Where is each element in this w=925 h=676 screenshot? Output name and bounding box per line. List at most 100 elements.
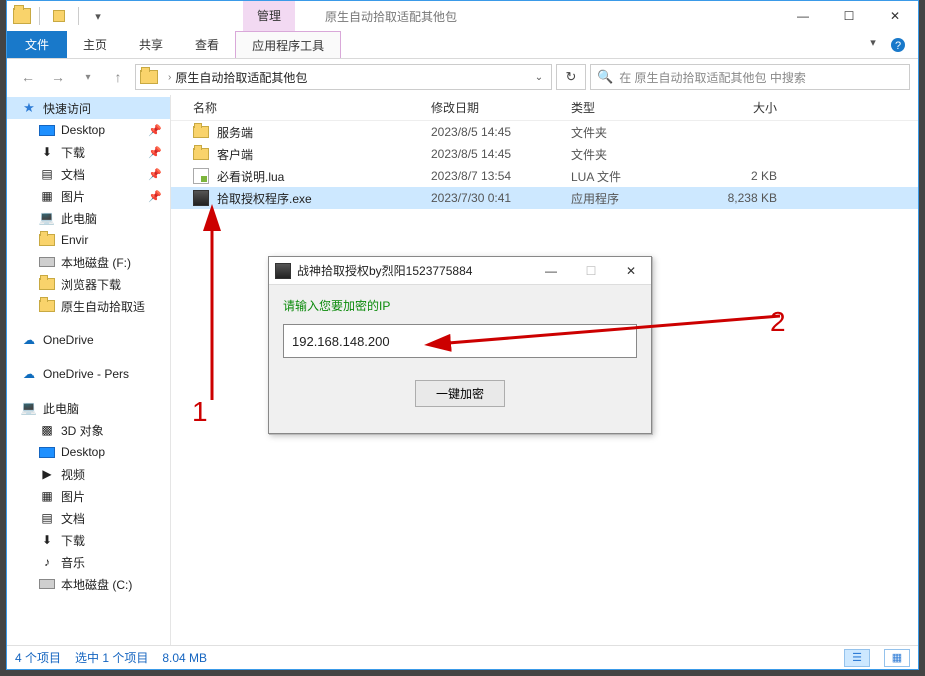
sidebar-item-drive-f[interactable]: 本地磁盘 (F:) (7, 251, 170, 273)
file-size: 8,238 KB (691, 191, 801, 205)
sidebar-pc-documents[interactable]: ▤文档 (7, 507, 170, 529)
ribbon-tab-home[interactable]: 主页 (67, 31, 123, 58)
ribbon-tab-share[interactable]: 共享 (123, 31, 179, 58)
sidebar-pc-downloads[interactable]: ⬇下载 (7, 529, 170, 551)
status-item-count: 4 个项目 (15, 649, 61, 666)
file-date: 2023/8/5 14:45 (431, 147, 571, 161)
sidebar-label: 此电脑 (43, 400, 79, 417)
sidebar-pc-videos[interactable]: ▶视频 (7, 463, 170, 485)
sidebar-onedrive[interactable]: ☁OneDrive (7, 329, 170, 351)
pc-icon: 💻 (21, 401, 37, 415)
dialog-close-button[interactable]: ✕ (611, 257, 651, 285)
ribbon-tab-view[interactable]: 查看 (179, 31, 235, 58)
ribbon-file-tab[interactable]: 文件 (7, 31, 67, 58)
pc-icon: 💻 (39, 211, 55, 225)
sidebar-pc-drive-c[interactable]: 本地磁盘 (C:) (7, 573, 170, 595)
maximize-button[interactable]: ☐ (826, 1, 872, 31)
sidebar-item-thispc-q[interactable]: 💻此电脑 (7, 207, 170, 229)
sidebar-item-envir[interactable]: Envir (7, 229, 170, 251)
sidebar-label: 下载 (61, 144, 85, 161)
close-button[interactable]: ✕ (872, 1, 918, 31)
quick-access-toolbar: ▾ (7, 5, 109, 27)
sidebar-item-downloads[interactable]: ⬇下载📌 (7, 141, 170, 163)
address-dropdown-icon[interactable]: ⌄ (529, 72, 549, 83)
sidebar-label: 音乐 (61, 554, 85, 571)
sidebar-item-browser-dl[interactable]: 浏览器下载 (7, 273, 170, 295)
dialog-app-icon (275, 263, 291, 279)
file-rows: 服务端 2023/8/5 14:45 文件夹 客户端 2023/8/5 14:4… (171, 121, 918, 209)
sidebar-label: 浏览器下载 (61, 276, 121, 293)
sidebar-pc-music[interactable]: ♪音乐 (7, 551, 170, 573)
sidebar-item-desktop[interactable]: Desktop 📌 (7, 119, 170, 141)
picture-icon: ▦ (39, 189, 55, 203)
nav-forward-button[interactable]: → (45, 64, 71, 90)
window-title: 原生自动拾取适配其他包 (325, 8, 457, 25)
refresh-button[interactable]: ↻ (556, 64, 586, 90)
col-header-size[interactable]: 大小 (691, 99, 801, 116)
col-header-name[interactable]: 名称 (171, 99, 431, 116)
file-name: 服务端 (217, 124, 253, 141)
window-controls: — ☐ ✕ (780, 1, 918, 31)
file-size: 2 KB (691, 169, 801, 183)
encrypt-button[interactable]: 一键加密 (415, 380, 505, 407)
sidebar-pc-3dobjects[interactable]: ▩3D 对象 (7, 419, 170, 441)
folder-icon (193, 148, 209, 160)
search-input[interactable]: 🔍 在 原生自动拾取适配其他包 中搜索 (590, 64, 910, 90)
ribbon-expand-toggle[interactable]: ▾ (862, 31, 884, 53)
annotation-arrow-2 (430, 310, 790, 350)
download-icon: ⬇ (39, 145, 55, 159)
file-name: 必看说明.lua (217, 168, 284, 185)
sidebar-item-documents[interactable]: ▤文档📌 (7, 163, 170, 185)
dialog-titlebar: 战神拾取授权by烈阳1523775884 — ☐ ✕ (269, 257, 651, 285)
pin-icon: 📌 (148, 124, 162, 137)
monitor-icon (39, 125, 55, 136)
file-row-selected[interactable]: 拾取授权程序.exe 2023/7/30 0:41 应用程序 8,238 KB (171, 187, 918, 209)
search-placeholder: 在 原生自动拾取适配其他包 中搜索 (619, 69, 806, 86)
help-icon[interactable]: ? (884, 31, 912, 58)
view-details-button[interactable]: ☰ (844, 649, 870, 667)
picture-icon: ▦ (39, 489, 55, 503)
status-bar: 4 个项目 选中 1 个项目 8.04 MB ☰ ▦ (7, 645, 918, 669)
sidebar-item-pictures[interactable]: ▦图片📌 (7, 185, 170, 207)
qat-customize-dropdown[interactable]: ▾ (87, 5, 109, 27)
minimize-button[interactable]: — (780, 1, 826, 31)
view-large-icons-button[interactable]: ▦ (884, 649, 910, 667)
file-type: 文件夹 (571, 124, 691, 141)
address-bar[interactable]: › 原生自动拾取适配其他包 ⌄ (135, 64, 552, 90)
sidebar-label: 3D 对象 (61, 422, 104, 439)
status-size: 8.04 MB (162, 651, 207, 665)
document-icon: ▤ (39, 167, 55, 181)
sidebar-label: 文档 (61, 510, 85, 527)
sidebar-label: Envir (61, 233, 88, 247)
file-row[interactable]: 必看说明.lua 2023/8/7 13:54 LUA 文件 2 KB (171, 165, 918, 187)
sidebar-item-current-folder[interactable]: 原生自动拾取适 (7, 295, 170, 317)
sidebar-pc-pictures[interactable]: ▦图片 (7, 485, 170, 507)
ribbon-tab-app-tools[interactable]: 应用程序工具 (235, 31, 341, 58)
qat-properties-icon[interactable] (48, 5, 70, 27)
search-icon: 🔍 (597, 69, 613, 85)
sidebar-onedrive-personal[interactable]: ☁OneDrive - Pers (7, 363, 170, 385)
col-header-type[interactable]: 类型 (571, 99, 691, 116)
file-row[interactable]: 客户端 2023/8/5 14:45 文件夹 (171, 143, 918, 165)
star-icon: ★ (21, 101, 37, 115)
nav-history-dropdown[interactable]: ▾ (75, 64, 101, 90)
nav-back-button[interactable]: ← (15, 64, 41, 90)
sidebar-pc-desktop[interactable]: Desktop (7, 441, 170, 463)
sidebar-label: 文档 (61, 166, 85, 183)
sidebar-quick-access[interactable]: ★ 快速访问 (7, 97, 170, 119)
ribbon: 文件 主页 共享 查看 应用程序工具 ▾ ? (7, 31, 918, 59)
file-date: 2023/8/7 13:54 (431, 169, 571, 183)
app-folder-icon (13, 8, 31, 24)
dialog-minimize-button[interactable]: — (531, 257, 571, 285)
download-icon: ⬇ (39, 533, 55, 547)
col-header-date[interactable]: 修改日期 (431, 99, 571, 116)
file-row[interactable]: 服务端 2023/8/5 14:45 文件夹 (171, 121, 918, 143)
sidebar-label: OneDrive - Pers (43, 367, 129, 381)
folder-icon (193, 126, 209, 138)
file-name: 客户端 (217, 146, 253, 163)
sidebar-label: Desktop (61, 123, 105, 137)
nav-up-button[interactable]: ↑ (105, 64, 131, 90)
svg-text:?: ? (895, 40, 901, 52)
breadcrumb-segment[interactable]: 原生自动拾取适配其他包 (175, 69, 307, 86)
sidebar-this-pc[interactable]: 💻 此电脑 (7, 397, 170, 419)
